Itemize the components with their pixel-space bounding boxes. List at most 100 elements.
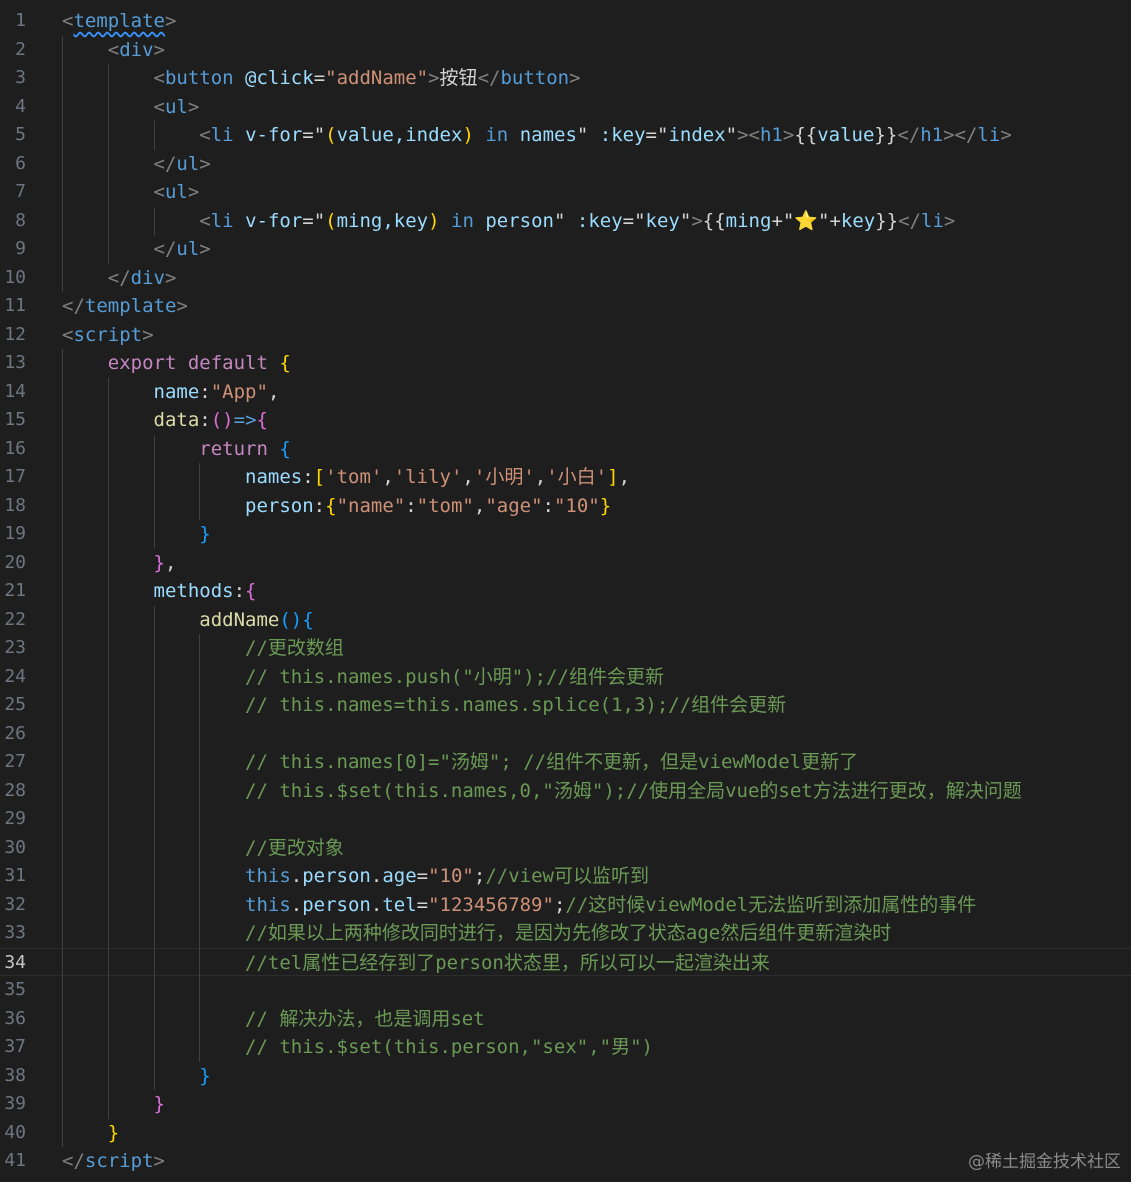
code-token: > (153, 1150, 165, 1172)
code-line[interactable]: 7 <ul> (0, 178, 1131, 207)
code-token: "tom" (416, 494, 474, 517)
code-token: //更改数组 (62, 637, 344, 659)
line-number: 2 (15, 38, 26, 60)
code-line[interactable]: 38 } (0, 1062, 1131, 1091)
code-text: // 解决办法，也是调用set (62, 1005, 485, 1034)
code-token: ming,key (336, 209, 429, 232)
code-token: [ (313, 466, 326, 488)
code-token: > (164, 10, 177, 32)
line-number: 36 (4, 1007, 26, 1029)
code-token: index (668, 124, 726, 146)
code-line[interactable]: 37 // this.$set(this.person,"sex","男") (0, 1033, 1131, 1062)
code-text: } (62, 1119, 119, 1148)
code-token: key (840, 209, 876, 232)
indent-guide (107, 64, 109, 264)
code-token: " (576, 124, 589, 146)
code-line[interactable]: 34 //tel属性已经存到了person状态里，所以可以一起渲染出来 (0, 947, 1131, 978)
code-line[interactable]: 35 (0, 976, 1131, 1005)
code-token: > (142, 323, 154, 346)
code-token: " (554, 209, 566, 232)
code-token: age (382, 865, 417, 887)
code-line[interactable]: 25 // this.names=this.names.splice(1,3);… (0, 691, 1131, 720)
code-token: > (428, 67, 440, 89)
code-line[interactable]: 17 names:['tom','lily','小明','小白'], (0, 463, 1131, 492)
code-line[interactable]: 15 data:()=>{ (0, 406, 1131, 435)
code-token: // this.names=this.names.splice(1,3);//组… (62, 694, 787, 716)
code-token: // this.names.push("小明");//组件会更新 (62, 665, 664, 688)
code-line[interactable]: 36 // 解决办法，也是调用set (0, 1005, 1131, 1034)
code-token: v-for (245, 209, 303, 232)
code-line[interactable]: 31 this.person.age="10";//view可以监听到 (0, 862, 1131, 891)
code-line[interactable]: 6 </ul> (0, 150, 1131, 179)
code-token: { (279, 352, 291, 374)
code-token: // 解决办法，也是调用set (62, 1007, 485, 1030)
code-text: //tel属性已经存到了person状态里，所以可以一起渲染出来 (62, 949, 770, 978)
code-line[interactable]: 30 //更改对象 (0, 834, 1131, 863)
code-line[interactable]: 18 person:{"name":"tom","age":"10"} (0, 492, 1131, 521)
code-token: :key (588, 124, 646, 146)
code-token: "+ (818, 209, 841, 232)
code-line[interactable]: 23 //更改数组 (0, 634, 1131, 663)
code-line[interactable]: 10 </div> (0, 264, 1131, 293)
code-token: > (569, 67, 581, 89)
line-number: 19 (4, 523, 26, 544)
code-line[interactable]: 8 <li v-for="(ming,key) in person" :key=… (0, 207, 1131, 236)
code-editor[interactable]: 1 <template> 2 <div> 3 <button @click="addN… (0, 0, 1131, 1182)
code-line[interactable]: 24 // this.names.push("小明");//组件会更新 (0, 663, 1131, 692)
code-line[interactable]: 1 <template> (0, 7, 1131, 36)
code-token: person (62, 494, 314, 517)
code-token: this (62, 893, 291, 916)
code-token: //如果以上两种修改同时进行，是因为先修改了状态age然后组件更新渲染时 (62, 922, 892, 944)
code-token: script (73, 323, 143, 346)
code-line[interactable]: 3 <button @click="addName">按钮</button> (0, 64, 1131, 93)
code-line[interactable]: 14 name:"App", (0, 378, 1131, 407)
code-line[interactable]: 40 } (0, 1119, 1131, 1148)
code-token: . (370, 893, 383, 916)
code-line[interactable]: 39 } (0, 1090, 1131, 1119)
code-token: : (302, 466, 314, 488)
code-line[interactable]: 13 export default { (0, 349, 1131, 378)
code-line[interactable]: 32 this.person.tel="123456789";//这时候view… (0, 891, 1131, 920)
line-number: 4 (15, 95, 26, 117)
code-text: return { (62, 435, 291, 464)
code-token: ></ (943, 124, 978, 146)
code-token: li (921, 209, 944, 232)
code-line[interactable]: 19 } (0, 520, 1131, 549)
code-line[interactable]: 20 }, (0, 549, 1131, 578)
code-line[interactable]: 2 <div> (0, 36, 1131, 65)
code-token: ] (607, 466, 619, 488)
code-token: </ (897, 124, 921, 146)
code-line[interactable]: 4 <ul> (0, 93, 1131, 122)
code-token: </ (477, 67, 501, 89)
code-line[interactable]: 29 (0, 805, 1131, 834)
code-line[interactable]: 5 <li v-for="(value,index) in names" :ke… (0, 121, 1131, 150)
code-line[interactable]: 12 <script> (0, 321, 1131, 350)
code-text: }, (62, 549, 177, 578)
code-token: ul (176, 152, 200, 175)
code-line[interactable]: 9 </ul> (0, 235, 1131, 264)
code-token: , (473, 494, 486, 517)
code-line[interactable]: 28 // this.$set(this.names,0,"汤姆");//使用全… (0, 777, 1131, 806)
code-line[interactable]: 27 // this.names[0]="汤姆"; //组件不更新，但是view… (0, 748, 1131, 777)
line-number: 27 (4, 751, 26, 772)
code-text: <div> (62, 36, 165, 65)
code-token: 'tom' (325, 466, 383, 488)
code-line[interactable]: 11 </template> (0, 292, 1131, 321)
code-line[interactable]: 26 (0, 720, 1131, 749)
code-token: , (534, 466, 547, 488)
code-line[interactable]: 41 </script> (0, 1147, 1131, 1176)
code-line[interactable]: 22 addName(){ (0, 606, 1131, 635)
code-line[interactable]: 33 //如果以上两种修改同时进行，是因为先修改了状态age然后组件更新渲染时 (0, 919, 1131, 948)
code-token: { (279, 437, 291, 460)
indent-guide (153, 434, 155, 549)
code-token: in (451, 209, 474, 232)
code-line[interactable]: 16 return { (0, 435, 1131, 464)
code-text: <button @click="addName">按钮</button> (62, 64, 581, 93)
code-token: < (62, 323, 74, 346)
code-token: "age" (485, 494, 543, 517)
line-number: 11 (4, 295, 26, 316)
code-line[interactable]: 21 methods:{ (0, 577, 1131, 606)
code-token: </ (62, 152, 177, 175)
